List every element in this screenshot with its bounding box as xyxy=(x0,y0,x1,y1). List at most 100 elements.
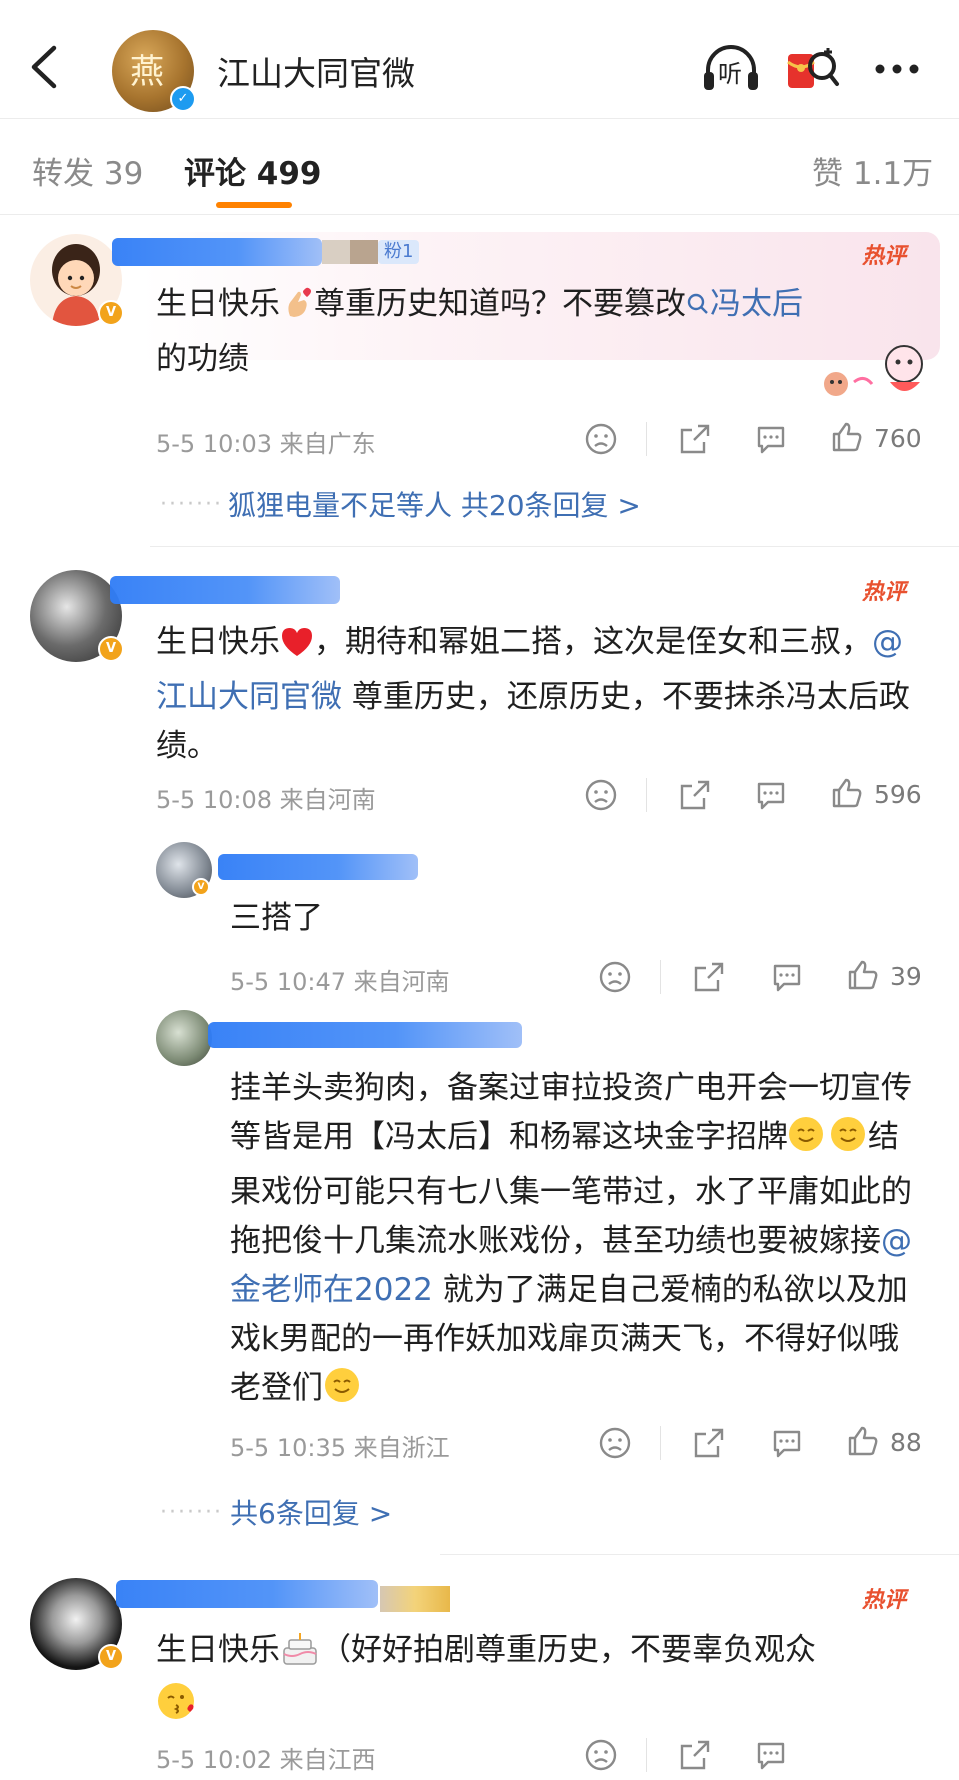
pixelated-badge xyxy=(380,1586,450,1612)
reply-text: 三搭了 xyxy=(230,900,323,936)
verified-badge-icon: V xyxy=(98,636,124,662)
reply-button[interactable] xyxy=(754,778,788,812)
dislike-button[interactable] xyxy=(598,960,632,994)
comment-time: 5-5 10:03 xyxy=(156,430,272,458)
reply-meta: 5-5 10:35 来自浙江 xyxy=(230,1428,450,1463)
reply-location: 来自河南 xyxy=(353,968,450,996)
verified-badge-icon: V xyxy=(98,1644,124,1670)
hot-comment-badge: 热评 xyxy=(862,1588,907,1613)
red-heart-icon xyxy=(280,624,314,673)
comment-text: 生日快乐 ，期待和幂姐二搭，这次是侄女和三叔，@江山大同官微 尊重历史，还原历史，… xyxy=(156,624,910,764)
thumbs-up-icon xyxy=(848,1426,878,1456)
divider xyxy=(440,1554,959,1555)
divider xyxy=(646,1738,647,1772)
like-button[interactable] xyxy=(846,958,880,992)
reply-time: 5-5 10:35 xyxy=(230,1434,346,1462)
comment-time: 5-5 10:02 xyxy=(156,1746,272,1774)
like-button[interactable] xyxy=(846,1424,880,1458)
comment-bubble-icon xyxy=(757,426,785,454)
blurred-username xyxy=(218,854,418,880)
reply-avatar[interactable] xyxy=(156,1010,212,1066)
share-button[interactable] xyxy=(678,778,712,812)
top-bar: 燕 ✓ 江山大同官微 听 xyxy=(0,0,959,118)
hot-comment-badge: 热评 xyxy=(862,244,907,269)
more-button[interactable] xyxy=(870,42,922,94)
share-icon xyxy=(680,424,710,454)
frown-face-icon xyxy=(585,423,617,455)
reply-location: 来自浙江 xyxy=(353,1434,450,1462)
reply-dots: ······· xyxy=(160,1500,223,1525)
blurred-username xyxy=(112,238,322,266)
comment-bubble-icon xyxy=(757,782,785,810)
share-button[interactable] xyxy=(678,422,712,456)
like-button[interactable] xyxy=(830,420,864,454)
pixelated-badge xyxy=(322,240,350,264)
comment-meta: 5-5 10:02 来自江西 xyxy=(156,1740,376,1775)
reply-meta: 5-5 10:47 来自河南 xyxy=(230,962,450,997)
comment-location: 来自江西 xyxy=(279,1746,376,1774)
hot-comment-badge: 热评 xyxy=(862,580,907,605)
reply-button[interactable] xyxy=(754,422,788,456)
share-icon xyxy=(694,962,724,992)
share-icon xyxy=(680,780,710,810)
share-icon xyxy=(680,1740,710,1770)
divider xyxy=(0,214,959,215)
comment-meta: 5-5 10:03 来自广东 xyxy=(156,424,376,459)
reply-dots: ······· xyxy=(160,492,223,517)
smile-emoji-icon xyxy=(323,1366,361,1419)
blurred-username xyxy=(208,1022,522,1048)
share-button[interactable] xyxy=(692,960,726,994)
reply-time: 5-5 10:47 xyxy=(230,968,346,996)
share-button[interactable] xyxy=(692,1426,726,1460)
divider xyxy=(150,546,959,547)
reply-button[interactable] xyxy=(770,1426,804,1460)
divider xyxy=(646,422,647,456)
finger-heart-icon xyxy=(280,286,314,335)
avatar-glyph: 燕 xyxy=(130,52,164,92)
view-replies-link[interactable]: 狐狸电量不足等人 共20条回复 > xyxy=(228,484,641,524)
thumbs-up-icon xyxy=(832,422,862,452)
tab-likes[interactable]: 赞 1.1万 xyxy=(812,148,933,193)
thumbs-up-icon xyxy=(848,960,878,990)
tab-reposts[interactable]: 转发 39 xyxy=(32,148,143,193)
tab-comments[interactable]: 评论 499 xyxy=(184,148,322,193)
chevron-left-icon xyxy=(31,45,57,89)
red-packet-icon xyxy=(787,48,839,88)
frown-face-icon xyxy=(599,961,631,993)
red-packet-button[interactable] xyxy=(784,42,839,94)
listen-label: 听 xyxy=(718,60,742,88)
like-count: 39 xyxy=(890,962,922,991)
verified-badge-icon: ✓ xyxy=(170,86,196,112)
divider xyxy=(646,778,647,812)
listen-button[interactable]: 听 xyxy=(700,42,758,94)
account-title[interactable]: 江山大同官微 xyxy=(217,47,415,95)
reply-button[interactable] xyxy=(754,1738,788,1772)
thumbs-up-icon xyxy=(832,778,862,808)
view-replies-link[interactable]: 共6条回复 > xyxy=(230,1492,392,1532)
back-button[interactable] xyxy=(24,42,64,92)
kiss-emoji-icon xyxy=(156,1681,198,1736)
dislike-button[interactable] xyxy=(584,778,618,812)
topic-link-feng-taihou[interactable]: 冯太后 xyxy=(686,286,803,322)
like-button[interactable] xyxy=(830,776,864,810)
comment-time: 5-5 10:08 xyxy=(156,786,272,814)
divider xyxy=(660,960,661,994)
dislike-button[interactable] xyxy=(584,1738,618,1772)
frown-face-icon xyxy=(585,779,617,811)
frown-face-icon xyxy=(585,1739,617,1771)
frown-face-icon xyxy=(599,1427,631,1459)
cartoon-decoration-icon xyxy=(820,334,940,408)
comment-text: 生日快乐 （好好拍剧尊重历史，不要辜负观众 xyxy=(156,1626,926,1736)
share-button[interactable] xyxy=(678,1738,712,1772)
like-count: 596 xyxy=(874,780,922,809)
dislike-button[interactable] xyxy=(598,1426,632,1460)
comment-bubble-icon xyxy=(757,1742,785,1770)
search-icon xyxy=(687,293,708,314)
blurred-username xyxy=(116,1580,378,1608)
comment-location: 来自广东 xyxy=(279,430,376,458)
reply-button[interactable] xyxy=(770,960,804,994)
verified-badge-icon: V xyxy=(98,300,124,326)
more-dots-icon xyxy=(875,64,919,74)
dislike-button[interactable] xyxy=(584,422,618,456)
comment-bubble-icon xyxy=(773,964,801,992)
